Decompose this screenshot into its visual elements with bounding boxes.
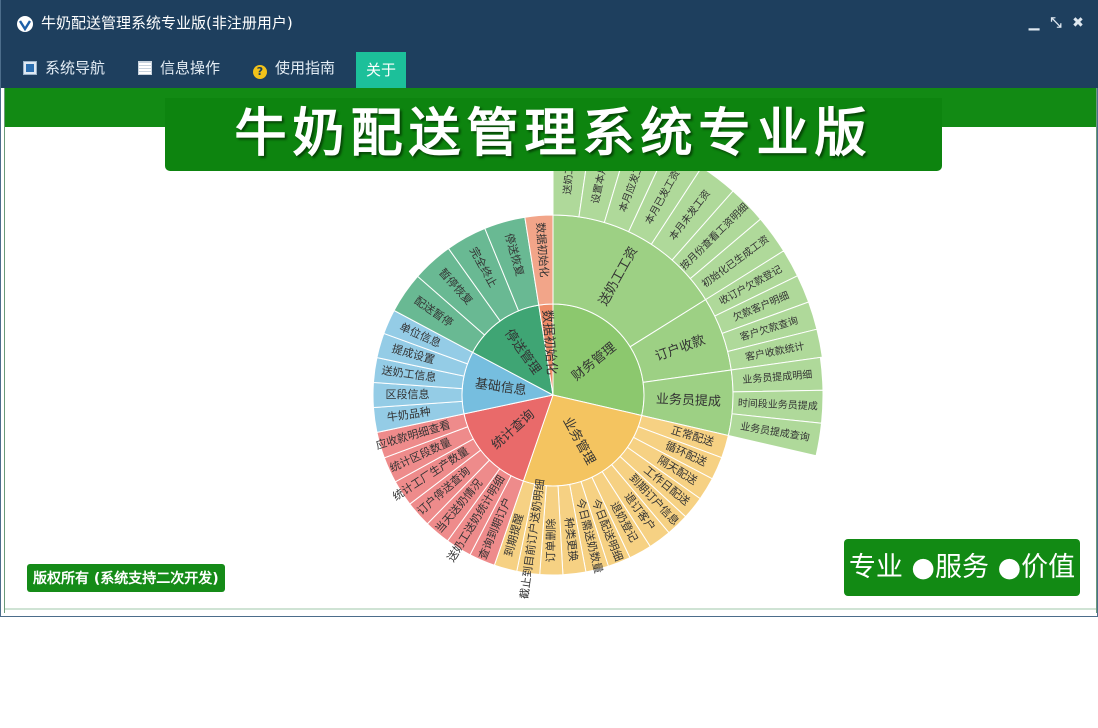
- sunburst-leaf-label: 区段信息: [386, 387, 430, 401]
- sunburst-mid-label: 业务员提成: [656, 391, 722, 410]
- help-icon: ?: [253, 65, 267, 79]
- window-icon: [23, 61, 37, 75]
- close-button[interactable]: ✖: [1070, 14, 1086, 32]
- sunburst-leaf-label: 订单删除: [543, 518, 557, 562]
- menu-item-label: 使用指南: [275, 59, 336, 77]
- menu-item-label: 关于: [366, 61, 397, 79]
- app-logo-icon: [17, 16, 33, 32]
- grid-icon: [138, 61, 152, 75]
- menu-item-user-guide[interactable]: ? 使用指南: [253, 48, 335, 88]
- app-window: 牛奶配送管理系统专业版(非注册用户) ▁ ⤡ ✖ 系统导航 信息操作 ? 使用指南…: [0, 0, 1098, 617]
- menu-bar: 系统导航 信息操作 ? 使用指南 关于: [1, 48, 1098, 88]
- menu-item-label: 系统导航: [45, 59, 106, 77]
- restore-button[interactable]: ⤡: [1048, 14, 1064, 32]
- slogan-badge: 专业 ●服务 ●价值: [844, 539, 1080, 596]
- menu-item-info-operations[interactable]: 信息操作: [138, 48, 220, 88]
- menu-item-label: 信息操作: [160, 59, 221, 77]
- menu-item-about[interactable]: 关于: [356, 52, 407, 88]
- main-content: 财务管理送奶工工资送奶工送奶设置本月工资本月应发工资本月已发工资本月未发工资按月…: [4, 88, 1097, 613]
- banner-title: 牛奶配送管理系统专业版: [165, 98, 942, 171]
- menu-item-navigation[interactable]: 系统导航: [23, 48, 105, 88]
- copyright-badge: 版权所有 (系统支持二次开发): [27, 564, 225, 592]
- bottom-divider: [5, 608, 1096, 610]
- minimize-button[interactable]: ▁: [1026, 14, 1042, 32]
- title-bar[interactable]: 牛奶配送管理系统专业版(非注册用户) ▁ ⤡ ✖: [1, 0, 1098, 48]
- window-title: 牛奶配送管理系统专业版(非注册用户): [41, 14, 293, 32]
